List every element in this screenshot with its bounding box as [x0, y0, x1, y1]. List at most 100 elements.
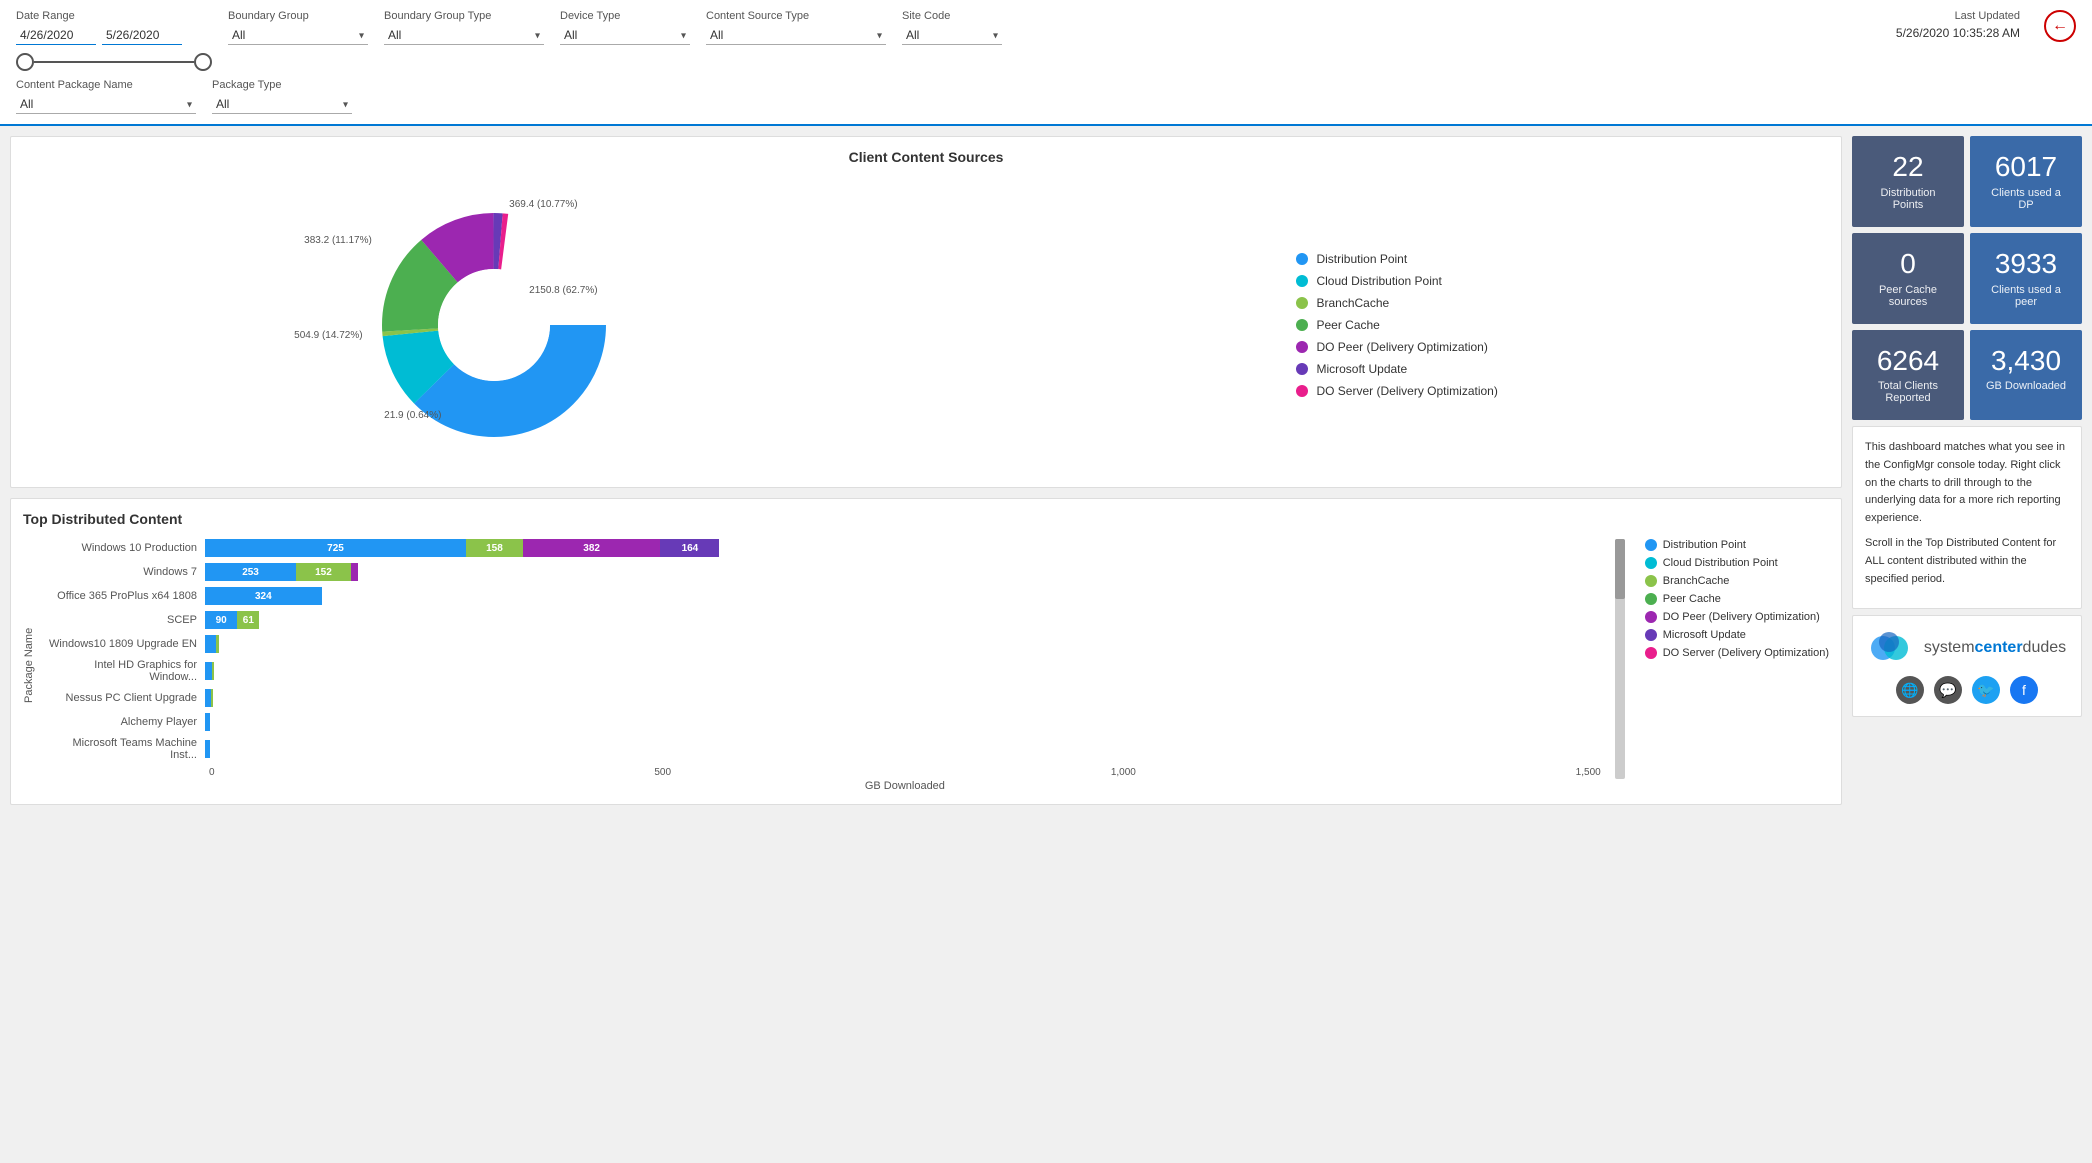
bar-x-tick-container: 0 500 1,000 1,500: [209, 767, 1601, 778]
bar-row-label-7: Alchemy Player: [45, 716, 205, 728]
boundary-group-select[interactable]: All: [228, 26, 368, 45]
last-updated-label: Last Updated: [1896, 10, 2020, 22]
stat-row-1: 22 Distribution Points 6017 Clients used…: [1852, 136, 2082, 227]
site-code-label: Site Code: [902, 10, 1002, 22]
bar-row-5: Intel HD Graphics for Window...: [45, 659, 1601, 683]
date-start-input[interactable]: [16, 26, 96, 45]
bar-chart-area: Package Name Windows 10 Production725158…: [23, 539, 1829, 792]
content-package-name-select[interactable]: All: [16, 95, 196, 114]
back-button[interactable]: ←: [2044, 10, 2076, 42]
brand-icon-twitter[interactable]: 🐦: [1972, 676, 2000, 704]
package-type-filter: Package Type All: [212, 79, 352, 114]
donut-label-dop: 383.2 (11.17%): [304, 235, 372, 246]
legend-item-dop: DO Peer (Delivery Optimization): [1296, 340, 1497, 354]
bar-segments-3: 9061: [205, 611, 259, 629]
bar-scrollbar[interactable]: [1615, 539, 1625, 779]
bar-row-8: Microsoft Teams Machine Inst...: [45, 737, 1601, 761]
donut-svg: [354, 185, 634, 465]
device-type-filter: Device Type All: [560, 10, 690, 45]
brand-system: system: [1924, 639, 1975, 656]
donut-chart-title: Client Content Sources: [23, 149, 1829, 165]
slider-end[interactable]: [194, 53, 212, 71]
legend-dot-mu: [1296, 363, 1308, 375]
bar-row-2: Office 365 ProPlus x64 1808324: [45, 587, 1601, 605]
bar-legend-label-cdp: Cloud Distribution Point: [1663, 557, 1778, 569]
stat-label-clients-peer: Clients used a peer: [1982, 284, 2070, 308]
bar-seg-0-2: 382: [523, 539, 661, 557]
site-code-select[interactable]: All: [902, 26, 1002, 45]
legend-item-bc: BranchCache: [1296, 296, 1497, 310]
stat-card-clients-peer[interactable]: 3933 Clients used a peer: [1970, 233, 2082, 324]
content-package-name-label: Content Package Name: [16, 79, 196, 91]
bar-segments-8: [205, 740, 210, 758]
content-source-type-select[interactable]: All: [706, 26, 886, 45]
bar-segments-4: [205, 635, 219, 653]
stat-card-clients-dp[interactable]: 6017 Clients used a DP: [1970, 136, 2082, 227]
bar-seg-7-0: [205, 713, 210, 731]
stat-card-gb[interactable]: 3,430 GB Downloaded: [1970, 330, 2082, 421]
bar-scrollbar-thumb[interactable]: [1615, 539, 1625, 599]
boundary-group-type-label: Boundary Group Type: [384, 10, 544, 22]
bar-legend-dp: Distribution Point: [1645, 539, 1829, 551]
bar-row-label-8: Microsoft Teams Machine Inst...: [45, 737, 205, 761]
bar-legend-label-bc: BranchCache: [1663, 575, 1730, 587]
brand-card: systemcenterdudes 🌐 💬 🐦 f: [1852, 615, 2082, 717]
stat-label-pc: Peer Cache sources: [1864, 284, 1952, 308]
content-source-type-filter: Content Source Type All: [706, 10, 886, 45]
donut-label-bc: 21.9 (0.64%): [384, 410, 441, 421]
bar-seg-8-0: [205, 740, 210, 758]
bar-chart-title: Top Distributed Content: [23, 511, 1829, 527]
bar-seg-0-3: 164: [660, 539, 719, 557]
boundary-group-label: Boundary Group: [228, 10, 368, 22]
bar-legend-dos: DO Server (Delivery Optimization): [1645, 647, 1829, 659]
bar-row-label-4: Windows10 1809 Upgrade EN: [45, 638, 205, 650]
stat-row-3: 6264 Total Clients Reported 3,430 GB Dow…: [1852, 330, 2082, 421]
device-type-select[interactable]: All: [560, 26, 690, 45]
bar-chart-legend: Distribution Point Cloud Distribution Po…: [1645, 539, 1829, 792]
date-end-input[interactable]: [102, 26, 182, 45]
info-text-2: Scroll in the Top Distributed Content fo…: [1865, 535, 2069, 588]
bar-chart-card: Top Distributed Content Package Name Win…: [10, 498, 1842, 805]
donut-legend: Distribution Point Cloud Distribution Po…: [1296, 252, 1497, 398]
stat-label-gb: GB Downloaded: [1982, 380, 2070, 392]
stat-card-total[interactable]: 6264 Total Clients Reported: [1852, 330, 1964, 421]
brand-icon-support[interactable]: 💬: [1934, 676, 1962, 704]
legend-label-cdp: Cloud Distribution Point: [1316, 274, 1441, 288]
bar-row-label-3: SCEP: [45, 614, 205, 626]
brand-logo-svg: [1868, 628, 1918, 668]
info-text-1: This dashboard matches what you see in t…: [1865, 439, 2069, 527]
right-panel: 22 Distribution Points 6017 Clients used…: [1852, 136, 2082, 805]
left-panel: Client Content Sources: [10, 136, 1842, 805]
package-type-label: Package Type: [212, 79, 352, 91]
legend-dot-cdp: [1296, 275, 1308, 287]
device-type-label: Device Type: [560, 10, 690, 22]
donut-label-cdp: 369.4 (10.77%): [509, 199, 577, 210]
package-type-select[interactable]: All: [212, 95, 352, 114]
stat-number-gb: 3,430: [1982, 346, 2070, 377]
stat-card-pc[interactable]: 0 Peer Cache sources: [1852, 233, 1964, 324]
bar-row-4: Windows10 1809 Upgrade EN: [45, 635, 1601, 653]
stat-number-dp: 22: [1864, 152, 1952, 183]
bar-seg-1-0: 253: [205, 563, 296, 581]
bar-row-label-0: Windows 10 Production: [45, 542, 205, 554]
bar-legend-label-dos: DO Server (Delivery Optimization): [1663, 647, 1829, 659]
bar-legend-dot-dos: [1645, 647, 1657, 659]
boundary-group-filter: Boundary Group All: [228, 10, 368, 45]
brand-dudes: dudes: [2023, 639, 2067, 656]
boundary-group-type-select[interactable]: All: [384, 26, 544, 45]
bar-chart-rows-container: Windows 10 Production725158382164Windows…: [45, 539, 1601, 792]
brand-icon-facebook[interactable]: f: [2010, 676, 2038, 704]
stat-card-dp[interactable]: 22 Distribution Points: [1852, 136, 1964, 227]
content-package-name-filter: Content Package Name All: [16, 79, 196, 114]
stat-label-clients-dp: Clients used a DP: [1982, 187, 2070, 211]
bar-row-label-6: Nessus PC Client Upgrade: [45, 692, 205, 704]
donut-chart-card: Client Content Sources: [10, 136, 1842, 488]
bar-legend-label-dp: Distribution Point: [1663, 539, 1746, 551]
slider-start[interactable]: [16, 53, 34, 71]
info-card: This dashboard matches what you see in t…: [1852, 426, 2082, 609]
bar-legend-dot-cdp: [1645, 557, 1657, 569]
bar-row-6: Nessus PC Client Upgrade: [45, 689, 1601, 707]
bar-legend-dot-pc: [1645, 593, 1657, 605]
bar-legend-label-dop: DO Peer (Delivery Optimization): [1663, 611, 1820, 623]
brand-icon-globe[interactable]: 🌐: [1896, 676, 1924, 704]
